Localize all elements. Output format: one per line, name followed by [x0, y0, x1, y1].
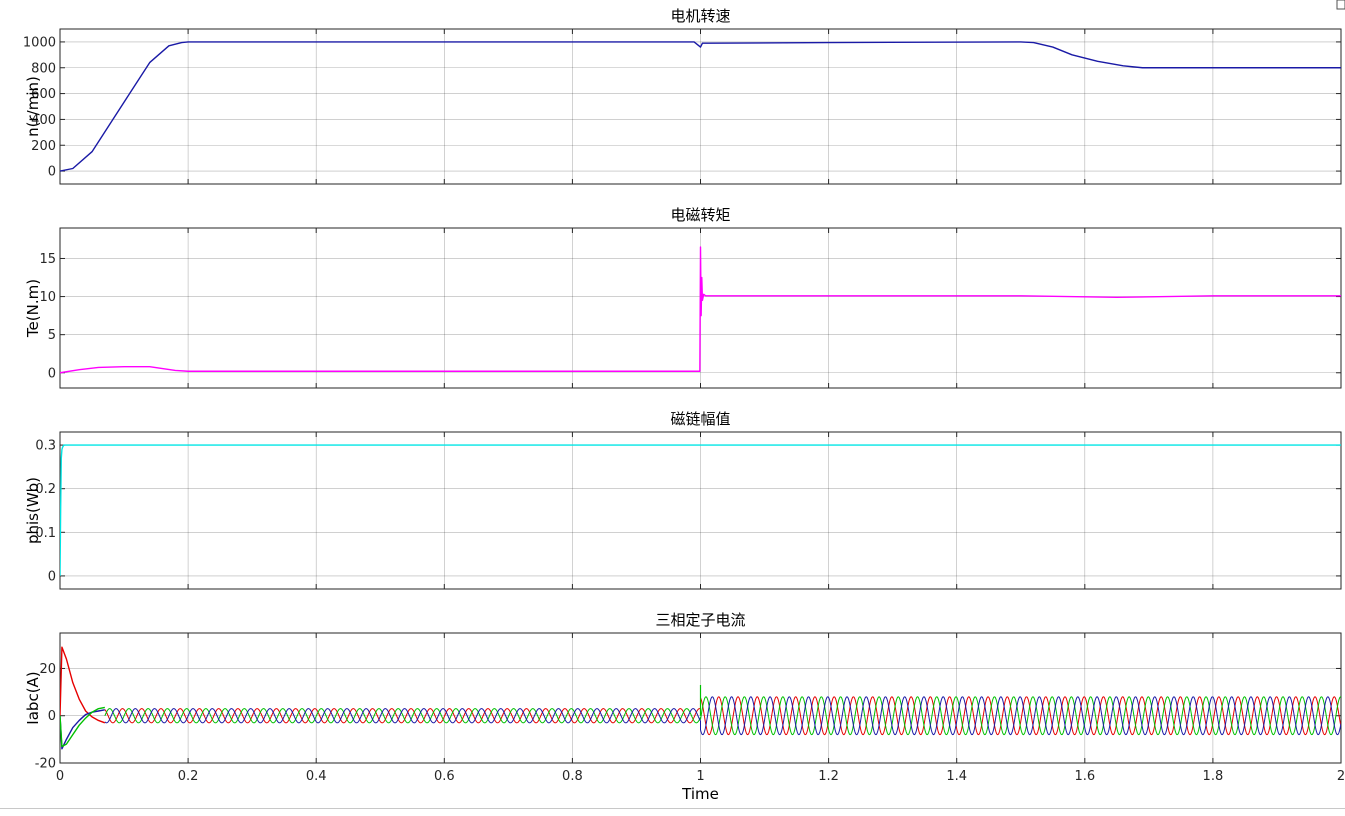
- y-tick-label: 15: [39, 252, 56, 267]
- y-tick-label: 5: [48, 328, 56, 343]
- y-axis-label: phis(Wb): [24, 477, 42, 544]
- y-tick-label: 0: [48, 569, 56, 584]
- x-tick-label: 2: [1337, 769, 1345, 784]
- x-tick-label: 1.6: [1074, 769, 1095, 784]
- y-tick-label: 0: [48, 366, 56, 381]
- x-tick-label: 0.2: [178, 769, 199, 784]
- y-tick-label: 0.3: [35, 439, 56, 454]
- x-tick-label: 0.6: [434, 769, 455, 784]
- subplot-title: 磁链幅值: [670, 410, 730, 428]
- subplot-title: 三相定子电流: [655, 611, 745, 629]
- subplot-4: -200200 0.2 0.4 0.6 0.8 1 1.2 1.4 1.6 1.8 2三相定子电流I…: [24, 611, 1345, 803]
- x-tick-label: 0.4: [306, 769, 327, 784]
- x-tick-label: 1: [696, 769, 704, 784]
- subplot-3: 00.10.20.3磁链幅值phis(Wb): [24, 410, 1342, 590]
- x-tick-label: 0.8: [562, 769, 583, 784]
- x-axis-label: Time: [681, 785, 719, 803]
- y-tick-label: 0: [48, 165, 56, 180]
- subplot-1: 02004006008001000电机转速n(r/min): [23, 7, 1342, 185]
- y-axis-label: n(r/min): [24, 76, 42, 137]
- figure-canvas: 02004006008001000电机转速n(r/min)051015电磁转矩T…: [0, 0, 1345, 809]
- y-axis-label: Te(N.m): [24, 279, 42, 338]
- y-tick-label: 200: [31, 139, 56, 154]
- subplot-title: 电磁转矩: [670, 206, 730, 224]
- y-axis-label: Iabc(A): [24, 671, 42, 724]
- corner-widget-icon[interactable]: [1336, 0, 1345, 10]
- y-tick-label: 800: [31, 61, 56, 76]
- x-tick-label: 1.4: [946, 769, 967, 784]
- y-tick-label: 0: [48, 709, 56, 724]
- subplot-title: 电机转速: [670, 7, 730, 25]
- y-tick-label: -20: [35, 757, 56, 772]
- x-tick-label: 1.2: [818, 769, 839, 784]
- x-tick-label: 0: [56, 769, 64, 784]
- y-tick-label: 1000: [23, 35, 56, 50]
- subplot-2: 051015电磁转矩Te(N.m): [24, 206, 1342, 389]
- x-tick-label: 1.8: [1203, 769, 1224, 784]
